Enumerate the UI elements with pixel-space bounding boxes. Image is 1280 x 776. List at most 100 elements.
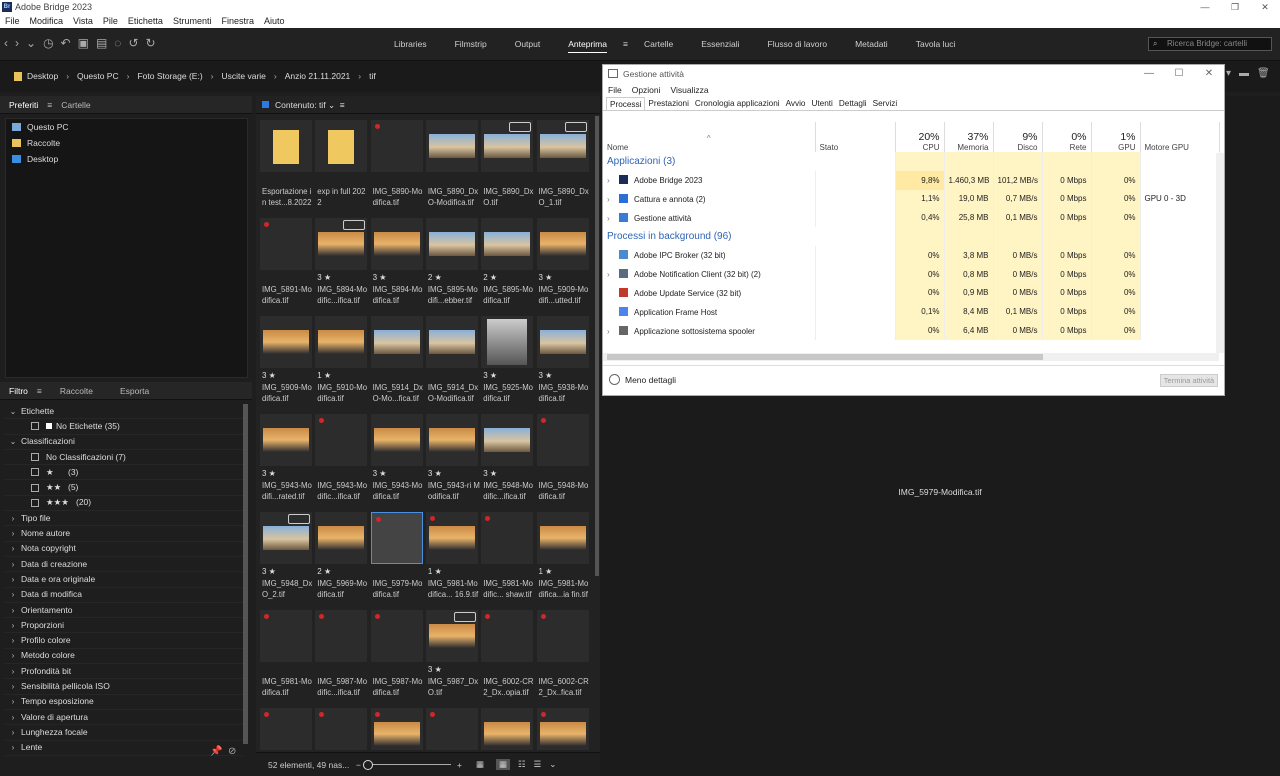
crumb-anzio[interactable]: Anzio 21.11.2021	[285, 71, 351, 81]
list-view-icon[interactable]: ☰	[534, 759, 542, 770]
thumbnail-item[interactable]: IMG_5987-Modifica.tif	[370, 610, 423, 706]
thumbnail-item[interactable]: 3 ★ IMG_5894-Modifica.tif	[370, 218, 423, 314]
thumbnail-rating[interactable]: 3 ★	[373, 469, 387, 478]
expand-chevron-icon[interactable]: ›	[607, 195, 619, 204]
thumbnail-item[interactable]: 3 ★ IMG_5943-Modifica.tif	[370, 414, 423, 510]
workspace-filmstrip[interactable]: Filmstrip	[441, 28, 501, 60]
thumbnail[interactable]	[260, 218, 312, 270]
menu-modifica[interactable]: Modifica	[25, 14, 69, 28]
filter-group-8[interactable]: › Profilo colore	[5, 633, 243, 649]
crumb-desktop[interactable]: Desktop	[27, 71, 58, 81]
clear-filter-icon[interactable]: ⊘	[228, 746, 236, 757]
thumbnail-item[interactable]: IMG_5987-Modific...ifica.tif	[315, 610, 368, 706]
thumbnail[interactable]	[370, 414, 423, 466]
thumbnail[interactable]	[536, 120, 589, 172]
tab-raccolte[interactable]: Raccolte	[42, 382, 102, 400]
thumbnail-rating[interactable]: 3 ★	[373, 273, 387, 282]
minimize-icon[interactable]: —	[1190, 0, 1220, 14]
filter-group-14[interactable]: › Lunghezza focale	[5, 725, 243, 741]
filter-group-11[interactable]: › Sensibilità pellicola ISO	[5, 679, 243, 695]
tm-tab-cronologia[interactable]: Cronologia applicazioni	[692, 97, 783, 110]
thumbnail[interactable]	[260, 708, 312, 750]
zoom-in-icon[interactable]: +	[457, 760, 462, 770]
thumbnail-item[interactable]: exp in full 2022	[315, 120, 368, 216]
process-row[interactable]: › Cattura e annota (2) 1,1% 19,0 MB 0,7 MB/s…	[603, 189, 1220, 209]
menu-file[interactable]: File	[0, 14, 25, 28]
process-row[interactable]: Adobe Update Service (32 bit) 0% 0,9 MB 0 M…	[603, 283, 1220, 303]
thumbnail-item[interactable]: IMG_5890_DxO-Modifica.tif	[425, 120, 478, 216]
filter-group-0[interactable]: › Tipo file	[5, 511, 243, 527]
thumbnail-item[interactable]: IMG_5979-Modifica.tif	[370, 512, 423, 608]
filter-group-15[interactable]: › Lente	[5, 741, 243, 756]
details-view-icon[interactable]: ☷	[518, 759, 526, 770]
back-icon[interactable]: ‹	[4, 36, 8, 50]
filter-rating-3[interactable]: ★★★ (20)	[5, 496, 243, 512]
thumbnail[interactable]	[370, 708, 423, 750]
thumbnail[interactable]	[425, 414, 478, 466]
thumbnail-item[interactable]: 3 ★ IMG_5894-Modific...ifica.tif	[315, 218, 368, 314]
checkbox[interactable]	[31, 468, 39, 477]
panel-menu-icon[interactable]: ≡	[340, 100, 345, 110]
thumbnail-item[interactable]	[536, 708, 589, 750]
crumb-tif[interactable]: tif	[369, 71, 376, 81]
expand-chevron-icon[interactable]: ›	[607, 176, 619, 185]
thumbnail-item[interactable]	[260, 708, 312, 750]
thumbnail[interactable]	[481, 512, 534, 564]
thumbnail[interactable]	[481, 708, 534, 750]
process-row[interactable]: › Applicazione sottosistema spooler 0% 6,4 …	[603, 321, 1220, 340]
filter-group-13[interactable]: › Valore di apertura	[5, 710, 243, 726]
thumbnail[interactable]	[425, 316, 478, 368]
tm-tab-avvio[interactable]: Avvio	[783, 97, 809, 110]
workspace-output[interactable]: Output	[501, 28, 555, 60]
col-status[interactable]: Stato	[815, 122, 896, 152]
thumbnail[interactable]	[536, 610, 589, 662]
thumbnail[interactable]	[536, 414, 589, 466]
process-row[interactable]: › Adobe Bridge 2023 9,8% 1.460,3 MB 101,2 MB…	[603, 170, 1220, 190]
thumbnail-item[interactable]: 2 ★ IMG_5969-Modifica.tif	[315, 512, 368, 608]
preview-menu-icon[interactable]: ▾	[1226, 68, 1231, 79]
thumbnail[interactable]	[370, 512, 423, 564]
thumbnail-item[interactable]: 3 ★ IMG_5925-Modifica.tif	[481, 316, 534, 412]
filter-group-10[interactable]: › Profondità bit	[5, 664, 243, 680]
thumbnail-rating[interactable]: 3 ★	[262, 469, 276, 478]
thumbnail[interactable]	[260, 610, 312, 662]
thumbnail-item[interactable]: IMG_6002-CR2_Dx..fica.tif	[536, 610, 589, 706]
thumbnail-item[interactable]: IMG_5890_DxO_1.tif	[536, 120, 589, 216]
filter-group-2[interactable]: › Nota copyright	[5, 542, 243, 557]
thumbnail[interactable]	[481, 610, 534, 662]
expand-chevron-icon[interactable]: ›	[607, 270, 619, 279]
thumbnail[interactable]	[425, 610, 478, 662]
checkbox[interactable]	[31, 483, 39, 492]
thumbnail[interactable]	[260, 316, 312, 368]
thumbnail[interactable]	[481, 316, 534, 368]
content-scrollbar[interactable]	[595, 116, 599, 576]
thumbnail-item[interactable]: IMG_5981-Modifica.tif	[260, 610, 312, 706]
boomerang-icon[interactable]: ↶	[61, 36, 71, 50]
thumbnail-item[interactable]: 3 ★ IMG_5948_DxO_2.tif	[260, 512, 312, 608]
thumbnail-item[interactable]: IMG_5914_DxO-Mo...fica.tif	[370, 316, 423, 412]
tm-tab-utenti[interactable]: Utenti	[808, 97, 835, 110]
camera-icon[interactable]: ▣	[78, 36, 89, 50]
checkbox[interactable]	[31, 422, 39, 431]
tm-menu-visualizza[interactable]: Visualizza	[666, 83, 714, 97]
thumbnail-rating[interactable]: 3 ★	[317, 273, 331, 282]
thumbnail-view-icon[interactable]: ▦	[495, 759, 510, 770]
filter-group-1[interactable]: › Nome autore	[5, 526, 243, 542]
process-row[interactable]: Application Frame Host 0,1% 8,4 MB 0,1 MB/s…	[603, 302, 1220, 322]
thumbnail-rating[interactable]: 3 ★	[539, 273, 553, 282]
thumbnail-item[interactable]: IMG_5890-Modifica.tif	[370, 120, 423, 216]
thumbnail-item[interactable]: 1 ★ IMG_5981-Modifica... 16.9.tif	[425, 512, 478, 608]
process-row[interactable]: › Gestione attività 0,4% 25,8 MB 0,1 MB/s 0 M…	[603, 208, 1220, 228]
stack-badge-icon[interactable]	[564, 122, 587, 132]
thumbnail[interactable]	[370, 218, 423, 270]
thumbnail-rating[interactable]: 3 ★	[483, 371, 497, 380]
search-input[interactable]: ⌕ Ricerca Bridge: cartelli	[1148, 37, 1272, 51]
workspace-libraries[interactable]: Libraries	[380, 28, 441, 60]
thumbnail[interactable]	[536, 218, 589, 270]
tab-filtro[interactable]: Filtro	[0, 382, 37, 400]
filter-group-12[interactable]: › Tempo esposizione	[5, 695, 243, 710]
workspace-cartelle[interactable]: Cartelle	[630, 28, 687, 60]
close-icon[interactable]: ✕	[1194, 65, 1224, 83]
favorite-item[interactable]: Desktop	[6, 151, 247, 167]
tab-cartelle[interactable]: Cartelle	[52, 96, 99, 114]
